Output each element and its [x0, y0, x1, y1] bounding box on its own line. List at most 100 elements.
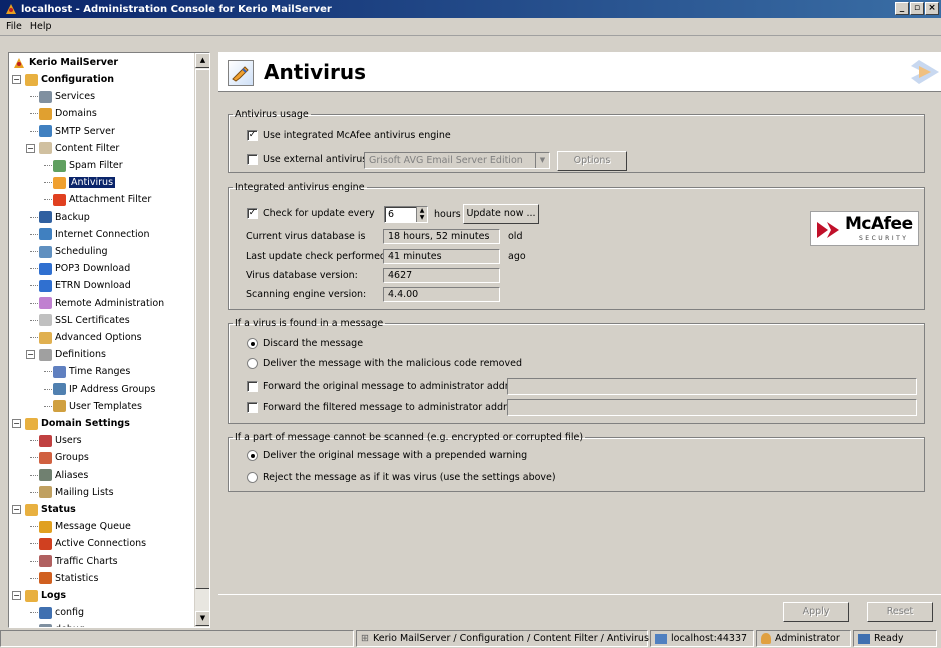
- update-now-button[interactable]: Update now ...: [463, 204, 539, 224]
- tree-root-label: Kerio MailServer: [29, 57, 119, 68]
- ready-icon: [858, 633, 870, 644]
- reject-row[interactable]: Reject the message as if it was virus (u…: [247, 472, 556, 483]
- tree-item-ssl-certificates[interactable]: SSL Certificates: [39, 312, 130, 329]
- tree-item-etrn-download[interactable]: ETRN Download: [39, 277, 131, 294]
- status-collapse-icon[interactable]: −: [12, 505, 21, 514]
- virus-found-legend: If a virus is found in a message: [235, 318, 384, 329]
- tree-item-configuration[interactable]: Configuration: [25, 71, 114, 88]
- scroll-down-icon[interactable]: ▼: [195, 611, 209, 626]
- forward-original-checkbox[interactable]: [247, 381, 258, 392]
- forward-filtered-checkbox[interactable]: [247, 402, 258, 413]
- tree-item-user-templates[interactable]: User Templates: [53, 398, 142, 415]
- tree-item-backup[interactable]: Backup: [39, 209, 90, 226]
- tree-item-pop3-download[interactable]: POP3 Download: [39, 260, 130, 277]
- forward-filtered-field[interactable]: [507, 399, 917, 416]
- use-mcafee-checkbox[interactable]: ✓: [247, 130, 258, 141]
- tree-item-label: Advanced Options: [55, 332, 142, 343]
- tree-item-domain-settings[interactable]: Domain Settings: [25, 415, 130, 432]
- tree-item-active-connections[interactable]: Active Connections: [39, 535, 146, 552]
- smtp-server-icon: [39, 125, 52, 138]
- discard-row[interactable]: Discard the message: [247, 338, 363, 349]
- reject-radio[interactable]: [247, 472, 258, 483]
- discard-radio[interactable]: [247, 338, 258, 349]
- time-ranges-icon: [53, 365, 66, 378]
- content-filter-collapse-icon[interactable]: −: [26, 143, 35, 153]
- user-templates-icon: [53, 400, 66, 413]
- deliver-removed-row[interactable]: Deliver the message with the malicious c…: [247, 358, 522, 369]
- tree-item-advanced-options[interactable]: Advanced Options: [39, 329, 142, 346]
- tree-item-status[interactable]: Status: [25, 501, 76, 518]
- tree-connector: [30, 216, 38, 218]
- scroll-up-icon[interactable]: ▲: [195, 53, 209, 68]
- tree-item-groups[interactable]: Groups: [39, 449, 89, 466]
- options-button[interactable]: Options: [557, 151, 627, 171]
- tree-connector: [30, 560, 38, 562]
- forward-original-row[interactable]: Forward the original message to administ…: [247, 381, 527, 392]
- forward-filtered-row[interactable]: Forward the filtered message to administ…: [247, 402, 526, 413]
- aliases-icon: [39, 469, 52, 482]
- tree-item-label: User Templates: [69, 400, 142, 412]
- tree-item-remote-administration[interactable]: Remote Administration: [39, 295, 164, 312]
- menu-file[interactable]: File: [6, 21, 22, 32]
- tree-item-attachment-filter[interactable]: Attachment Filter: [53, 191, 151, 208]
- scroll-thumb[interactable]: [195, 69, 209, 589]
- tree-item-label: ETRN Download: [55, 280, 131, 292]
- tree-item-services[interactable]: Services: [39, 88, 95, 105]
- minimize-button[interactable]: _: [895, 2, 909, 15]
- update-hours-stepper[interactable]: 6 ▲ ▼: [384, 206, 428, 223]
- tree-item-definitions[interactable]: Definitions: [39, 346, 106, 363]
- tree-item-time-ranges[interactable]: Time Ranges: [53, 363, 130, 380]
- tree-item-mailing-lists[interactable]: Mailing Lists: [39, 484, 114, 501]
- use-external-checkbox[interactable]: [247, 154, 258, 165]
- external-antivirus-select[interactable]: Grisoft AVG Email Server Edition ▼: [364, 152, 550, 169]
- logs-collapse-icon[interactable]: −: [12, 591, 21, 600]
- tree-item-aliases[interactable]: Aliases: [39, 467, 88, 484]
- domain-settings-collapse-icon[interactable]: −: [12, 419, 21, 428]
- tree-connector: [30, 96, 38, 98]
- tree-item-internet-connection[interactable]: Internet Connection: [39, 226, 150, 243]
- tree-item-traffic-charts[interactable]: Traffic Charts: [39, 553, 118, 570]
- tree-item-config[interactable]: config: [39, 604, 84, 621]
- check-update-row[interactable]: ✓ Check for update every: [247, 208, 375, 219]
- tree-item-scheduling[interactable]: Scheduling: [39, 243, 108, 260]
- use-mcafee-row[interactable]: ✓ Use integrated McAfee antivirus engine: [247, 130, 451, 141]
- tree-item-debug[interactable]: debug: [39, 621, 85, 627]
- tree-item-logs[interactable]: Logs: [25, 587, 66, 604]
- maximize-button[interactable]: ▫: [910, 2, 924, 15]
- deliver-removed-radio[interactable]: [247, 358, 258, 369]
- reset-button[interactable]: Reset: [867, 602, 933, 622]
- use-external-row[interactable]: Use external antivirus: [247, 154, 367, 165]
- db-version-value: 4627: [383, 268, 500, 283]
- tree-connector: [44, 371, 52, 373]
- tree-item-label: Statistics: [55, 572, 99, 584]
- navigation-tree[interactable]: Kerio MailServer − Configuration Services D…: [8, 52, 210, 628]
- tree-item-content-filter[interactable]: Content Filter: [39, 140, 119, 157]
- menu-help[interactable]: Help: [30, 21, 52, 32]
- apply-button[interactable]: Apply: [783, 602, 849, 622]
- check-update-checkbox[interactable]: ✓: [247, 208, 258, 219]
- definitions-collapse-icon[interactable]: −: [26, 350, 35, 360]
- tree-scrollbar[interactable]: ▲ ▼: [194, 53, 209, 627]
- configuration-collapse-icon[interactable]: −: [12, 75, 21, 84]
- tree-item-statistics[interactable]: Statistics: [39, 570, 98, 587]
- etrn-download-icon: [39, 279, 52, 292]
- tree-item-ip-address-groups[interactable]: IP Address Groups: [53, 381, 155, 398]
- discard-label: Discard the message: [263, 338, 364, 349]
- tree-item-label: POP3 Download: [55, 263, 131, 275]
- unscannable-group: If a part of message cannot be scanned (…: [228, 432, 925, 492]
- tree-root[interactable]: Kerio MailServer: [13, 54, 118, 71]
- tree-item-antivirus[interactable]: Antivirus: [53, 174, 116, 191]
- config-icon: [39, 606, 52, 619]
- tree-item-domains[interactable]: Domains: [39, 105, 97, 122]
- tree-connector: [44, 388, 52, 390]
- close-button[interactable]: ×: [925, 2, 939, 15]
- tree-item-message-queue[interactable]: Message Queue: [39, 518, 131, 535]
- tree-connector: [30, 440, 38, 442]
- deliver-removed-label: Deliver the message with the malicious c…: [263, 358, 522, 369]
- tree-item-spam-filter[interactable]: Spam Filter: [53, 157, 123, 174]
- tree-item-users[interactable]: Users: [39, 432, 82, 449]
- deliver-warning-radio[interactable]: [247, 450, 258, 461]
- deliver-warning-row[interactable]: Deliver the original message with a prep…: [247, 450, 527, 461]
- tree-item-smtp-server[interactable]: SMTP Server: [39, 123, 115, 140]
- forward-original-field[interactable]: [507, 378, 917, 395]
